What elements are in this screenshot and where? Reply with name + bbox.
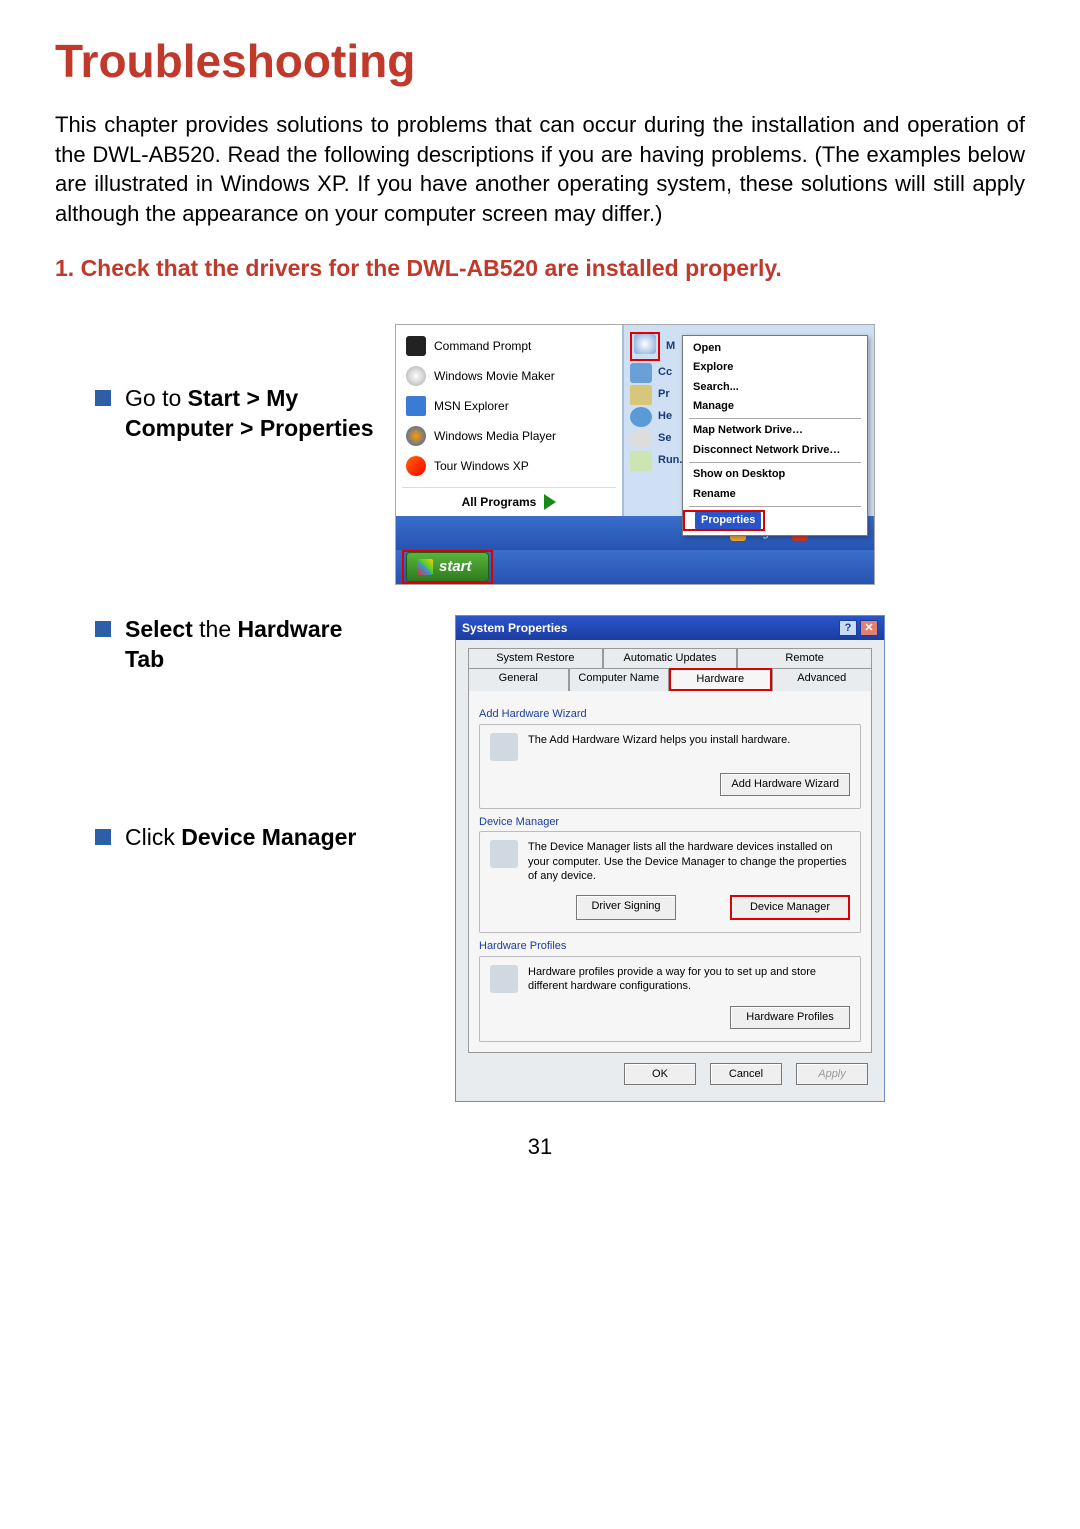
group-title-devmgr: Device Manager [479,815,861,830]
run-icon [630,451,652,471]
bullet-1-text: Go to Start > My Computer > Properties [125,384,385,444]
ctx-rename[interactable]: Rename [683,485,867,504]
cancel-button[interactable]: Cancel [710,1063,782,1086]
apply-button[interactable]: Apply [796,1063,868,1086]
network-icon [630,363,652,383]
bullet-2-text: Select the Hardware Tab [125,615,385,675]
ctx-show-desktop[interactable]: Show on Desktop [683,465,867,484]
add-hardware-group: The Add Hardware Wizard helps you instal… [479,724,861,809]
tab-system-restore[interactable]: System Restore [468,648,603,668]
device-manager-button[interactable]: Device Manager [730,895,850,920]
group-title-add-hw: Add Hardware Wizard [479,707,861,722]
hardware-profiles-group: Hardware profiles provide a way for you … [479,956,861,1041]
context-menu: Open Explore Search... Manage Map Networ… [682,335,868,537]
ctx-explore[interactable]: Explore [683,358,867,377]
tour-xp-icon [406,456,426,476]
arrow-right-icon [544,494,556,510]
page-title: Troubleshooting [55,30,1025,92]
start-item-movie-maker[interactable]: Windows Movie Maker [402,361,616,391]
add-hardware-wizard-button[interactable]: Add Hardware Wizard [720,773,850,796]
add-hardware-icon [490,733,518,761]
intro-paragraph: This chapter provides solutions to probl… [55,110,1025,229]
hardware-profiles-button[interactable]: Hardware Profiles [730,1006,850,1029]
bullet-icon [95,390,111,406]
search-icon [630,429,652,449]
tab-advanced[interactable]: Advanced [772,668,873,691]
help-icon [630,407,652,427]
ctx-disconnect-drive[interactable]: Disconnect Network Drive… [683,441,867,460]
command-prompt-icon [406,336,426,356]
tab-remote[interactable]: Remote [737,648,872,668]
start-item-tour-xp[interactable]: Tour Windows XP [402,451,616,481]
start-button[interactable]: start [406,552,489,582]
help-button[interactable]: ? [839,620,857,636]
ctx-open[interactable]: Open [683,339,867,358]
device-manager-group: The Device Manager lists all the hardwar… [479,831,861,933]
msn-icon [406,396,426,416]
ctx-properties[interactable]: Properties [695,512,761,529]
start-item-media-player[interactable]: Windows Media Player [402,421,616,451]
close-button[interactable]: ✕ [860,620,878,636]
tab-hardware[interactable]: Hardware [669,668,772,691]
ctx-search[interactable]: Search... [683,378,867,397]
media-player-icon [406,426,426,446]
tab-auto-updates[interactable]: Automatic Updates [603,648,738,668]
tab-general[interactable]: General [468,668,569,691]
add-hardware-text: The Add Hardware Wizard helps you instal… [528,733,790,747]
bullet-icon [95,621,111,637]
dialog-title: System Properties [462,620,567,636]
bullet-icon [95,829,111,845]
device-manager-icon [490,840,518,868]
tab-computer-name[interactable]: Computer Name [569,668,670,691]
all-programs-button[interactable]: All Programs [402,487,616,510]
ctx-manage[interactable]: Manage [683,397,867,416]
start-menu-left-panel: Command Prompt Windows Movie Maker MSN E… [396,325,624,516]
page-number: 31 [55,1132,1025,1162]
dialog-button-row: OK Cancel Apply [468,1053,872,1092]
step-1-heading: 1. Check that the drivers for the DWL-AB… [55,253,1025,284]
ctx-map-drive[interactable]: Map Network Drive… [683,421,867,440]
device-manager-text: The Device Manager lists all the hardwar… [528,840,850,883]
start-item-msn[interactable]: MSN Explorer [402,391,616,421]
my-computer-icon [634,334,656,354]
windows-flag-icon [417,559,433,575]
system-properties-dialog: System Properties ? ✕ System Restore Aut… [455,615,885,1102]
dialog-titlebar: System Properties ? ✕ [456,616,884,640]
start-button-highlight: start [402,550,493,584]
taskbar: start [396,550,874,584]
properties-highlight: Properties [683,510,765,531]
my-computer-highlight [630,332,660,361]
group-title-hwprofiles: Hardware Profiles [479,939,861,954]
ok-button[interactable]: OK [624,1063,696,1086]
hardware-profiles-icon [490,965,518,993]
movie-maker-icon [406,366,426,386]
control-panel-icon [630,385,652,405]
bullet-3-text: Click Device Manager [125,823,356,853]
start-menu-screenshot: Command Prompt Windows Movie Maker MSN E… [395,324,875,585]
driver-signing-button[interactable]: Driver Signing [576,895,676,920]
hardware-profiles-text: Hardware profiles provide a way for you … [528,965,850,994]
start-item-command-prompt[interactable]: Command Prompt [402,331,616,361]
start-menu-right-panel: M Cc Pr He Se Run... Open Explore Search… [624,325,874,516]
